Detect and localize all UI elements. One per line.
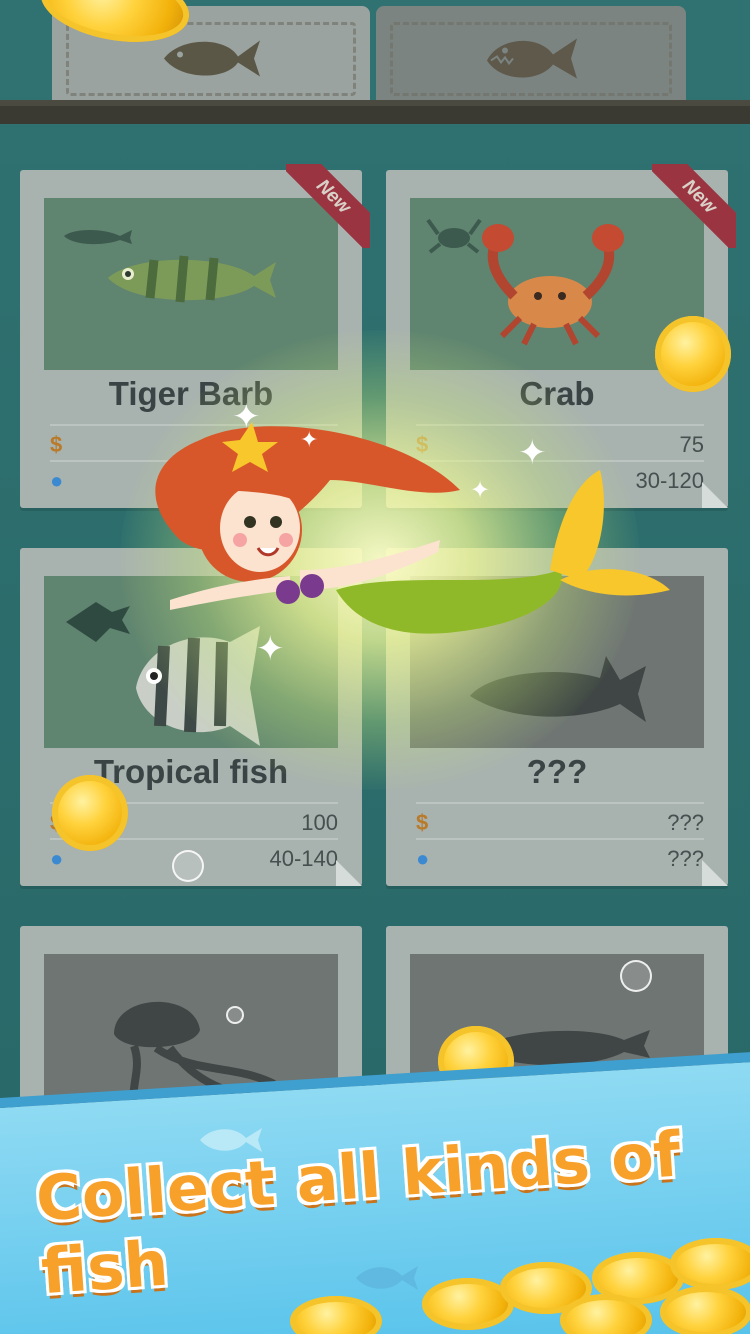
sparkle-icon: ✦ [256,629,285,669]
price-row: $ ??? [416,802,704,838]
depth-row: ● ??? [416,838,704,874]
tab-shelf [0,100,750,124]
coin-icon [52,775,128,851]
tab-predators[interactable] [376,6,686,102]
sparkle-icon: ✦ [470,476,491,504]
bubble-icon [226,1006,244,1024]
page-fold [702,482,728,508]
location-pin-icon: ● [50,846,64,871]
mermaid-icon [155,422,670,634]
sparkle-icon: ✦ [518,433,547,473]
sparkle-icon: ✦ [300,428,319,453]
location-pin-icon: ● [416,846,430,871]
fish-icon [164,40,260,77]
new-ribbon: New [652,164,736,248]
new-ribbon: New [286,164,370,248]
price-value: 100 [301,810,338,835]
price-value: 75 [679,432,704,457]
piranha-icon [487,38,577,79]
depth-value: ??? [667,846,704,871]
sparkle-icon: ✦ [232,397,261,437]
page-fold [336,860,362,886]
bubble-icon [172,850,204,882]
depth-value: 40-140 [269,846,338,871]
coin-price-icon: $ [50,432,63,457]
coin-price-icon: $ [416,810,429,835]
location-pin-icon: ● [50,468,64,493]
page-fold [702,860,728,886]
collection-screen: New Tiger Barb $ 50 ● New Crab $ [0,0,750,1334]
coin-icon [660,1286,750,1334]
price-value: ??? [667,810,704,835]
bubble-icon [620,960,652,992]
coin-icon [655,316,731,392]
